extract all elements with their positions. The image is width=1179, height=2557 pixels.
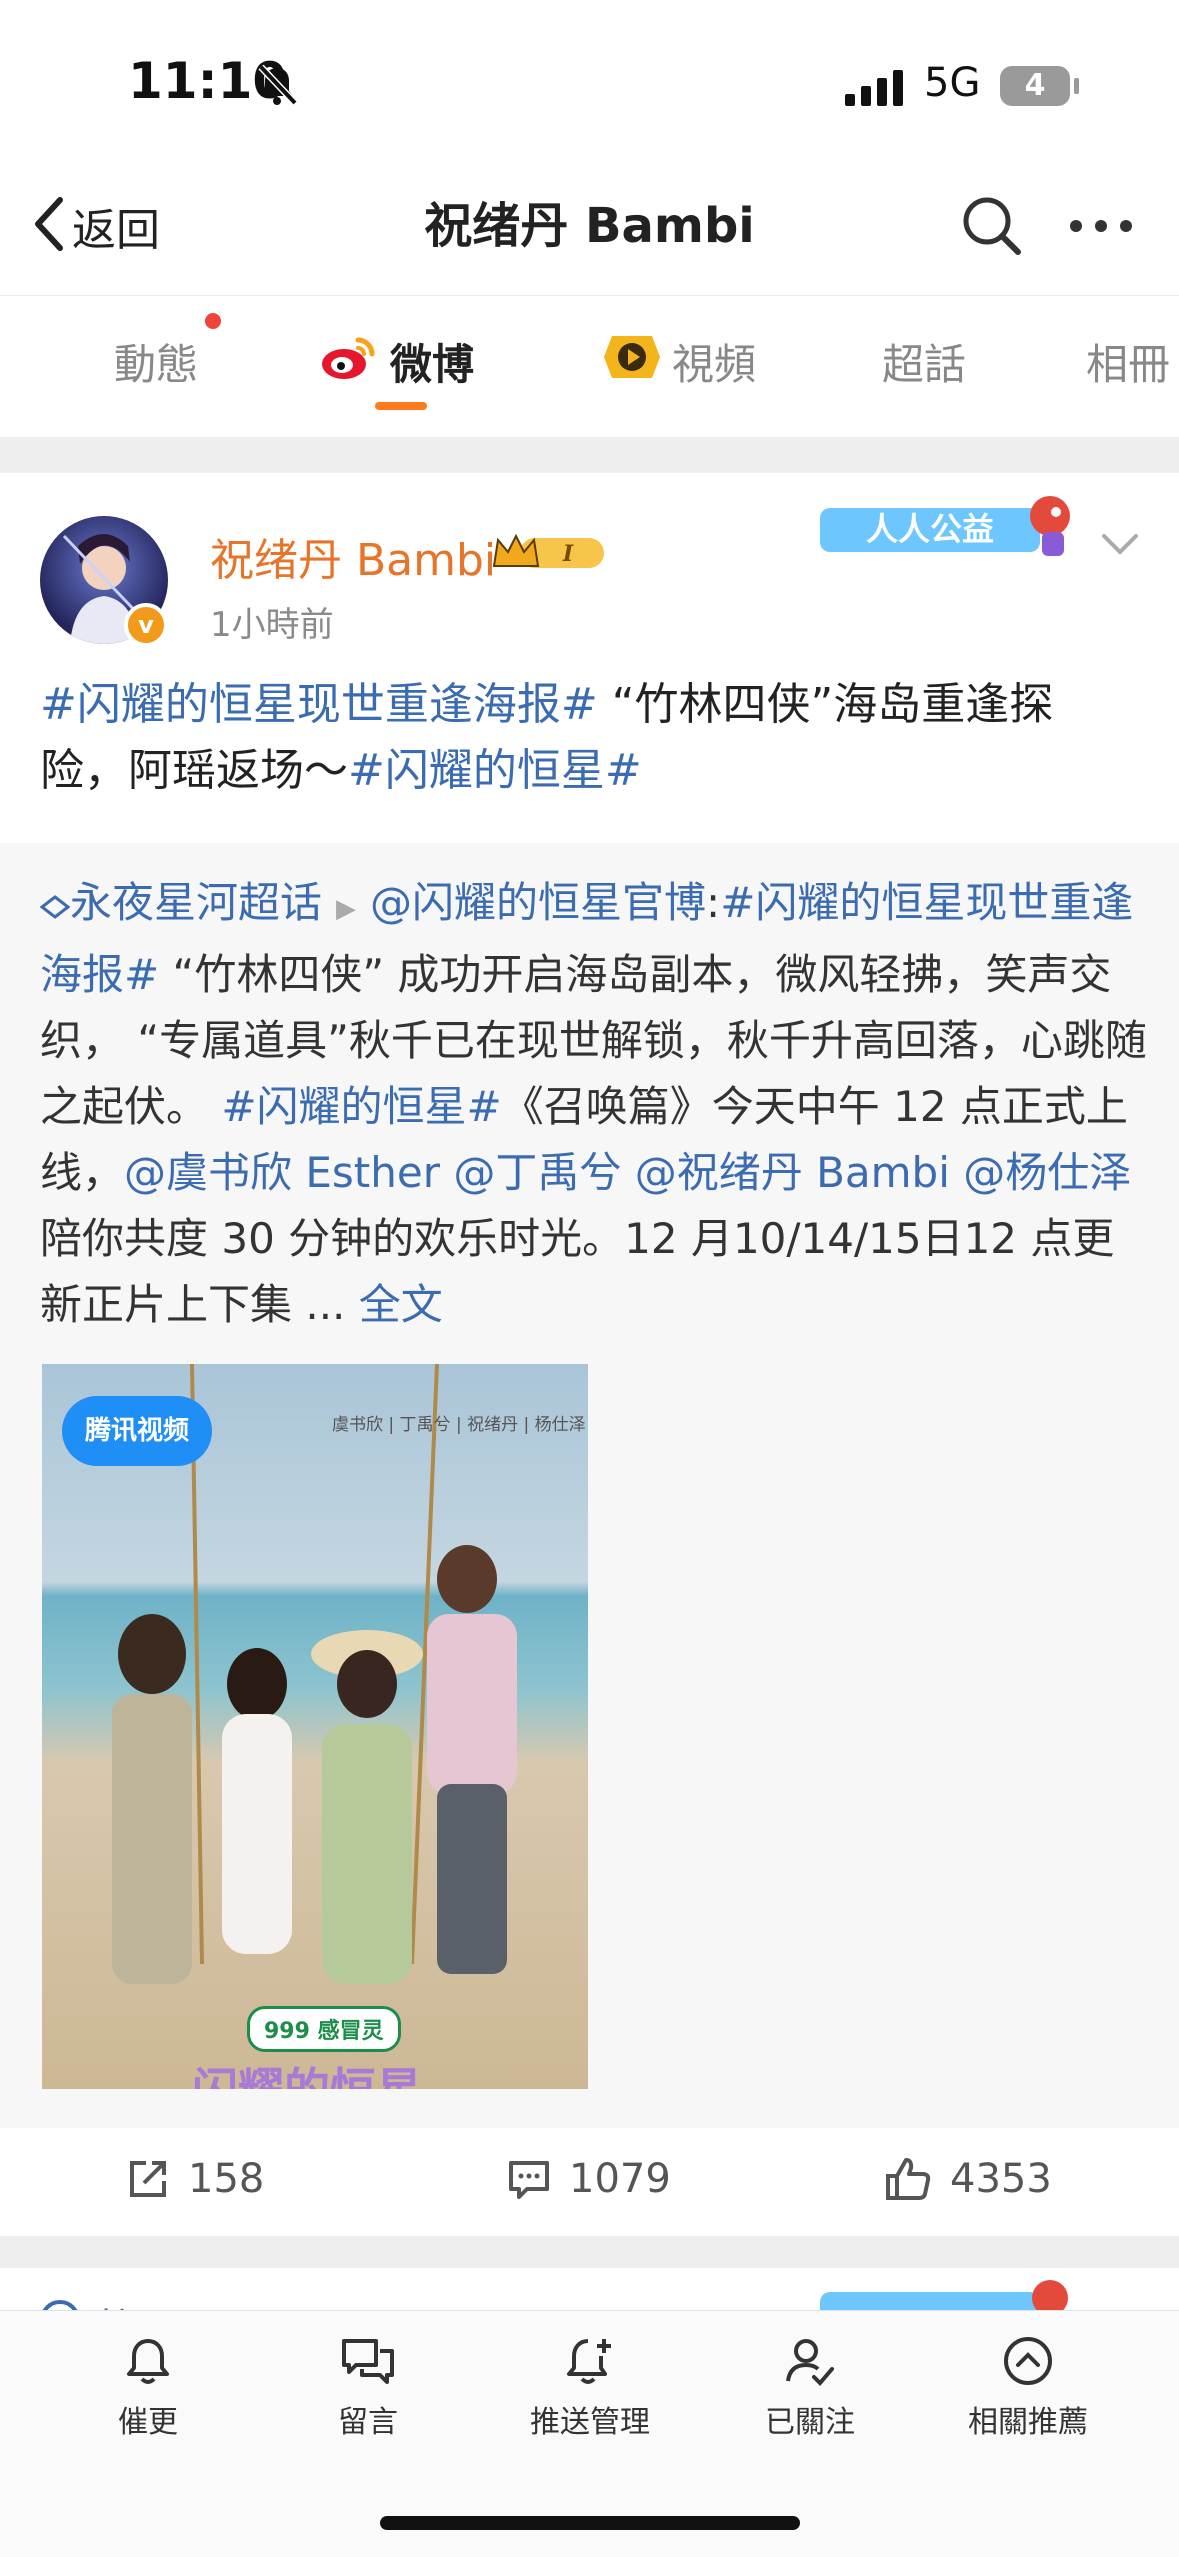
battery-indicator: 4 [1000, 66, 1070, 106]
repost-content: 永夜星河超话 ▶ @闪耀的恒星官博:#闪耀的恒星现世重逢海报# “竹林四侠” 成功开… [39, 870, 1150, 1338]
tab-supertopic[interactable]: 超話 [882, 331, 966, 392]
post-image[interactable]: 腾讯视频 虞书欣 | 丁禹兮 | 祝绪丹 | 杨仕泽 999 感冒灵 闪耀的恒星 [42, 1364, 588, 2089]
comment-button[interactable]: 1079 [507, 2156, 671, 2202]
svg-text:人人公益: 人人公益 [866, 510, 994, 548]
bell-icon [127, 2339, 169, 2384]
like-count: 4353 [950, 2156, 1052, 2202]
tab-album[interactable]: 相冊 [1086, 331, 1170, 392]
hashtag-link[interactable]: #闪耀的恒星# [348, 745, 642, 796]
section-divider [0, 2236, 1179, 2268]
mention-link[interactable]: @丁禹兮 [453, 1148, 621, 1197]
vip-crown-badge: I [490, 530, 608, 578]
remind-update-button[interactable]: 催更 [58, 2335, 238, 2441]
network-type: 5G [924, 60, 981, 106]
home-indicator [380, 2516, 800, 2530]
comment-icon [509, 2161, 549, 2199]
chevron-down-icon[interactable] [1100, 532, 1140, 560]
signal-icon [845, 70, 905, 110]
expand-full-text-link[interactable]: 全文 [359, 1280, 443, 1329]
poster-illustration [112, 1364, 517, 1984]
post-timestamp: 1小時前 [210, 605, 334, 645]
repost-button[interactable]: 158 [126, 2156, 264, 2202]
share-icon [130, 2161, 166, 2197]
chevron-up-circle-icon [1004, 2337, 1052, 2385]
verified-badge: v [124, 603, 168, 647]
supertopic-icon [39, 878, 71, 927]
poster-title: 闪耀的恒星 [192, 2054, 422, 2089]
thumbs-up-icon [886, 2158, 931, 2200]
message-button[interactable]: 留言 [278, 2335, 458, 2441]
hashtag-link[interactable]: #闪耀的恒星现世重逢海报# [40, 679, 598, 730]
repost-paragraph: 陪你共度 30 分钟的欢乐时光。12 月10/14/15日12 点更新正片上下集… [40, 1214, 1115, 1329]
poster-cast-names: 虞书欣 | 丁禹兮 | 祝绪丹 | 杨仕泽 [332, 1415, 586, 1435]
hashtag-link[interactable]: #闪耀的恒星# [221, 1082, 501, 1131]
more-icon[interactable] [1068, 218, 1134, 238]
comment-count: 1079 [569, 2156, 671, 2202]
supertopic-link[interactable]: 永夜星河超话 [70, 878, 322, 927]
profile-tabs: 動態 微博 視頻 超話 相冊 [0, 295, 1179, 438]
charity-badge[interactable]: 人人公益 [810, 484, 1090, 568]
colon-text: : [706, 878, 721, 927]
weibo-logo-icon [320, 332, 378, 392]
tab-dynamics[interactable]: 動態 [114, 331, 198, 392]
tab-video[interactable]: 視頻 [604, 331, 756, 392]
related-recommendations-button[interactable]: 相關推薦 [938, 2335, 1118, 2441]
post-action-bar: 158 1079 4353 [0, 2128, 1179, 2236]
like-button[interactable]: 4353 [884, 2156, 1052, 2202]
search-icon[interactable] [960, 194, 1024, 262]
section-divider [0, 437, 1179, 473]
post-content: #闪耀的恒星现世重逢海报# “竹林四侠”海岛重逢探险，阿瑶返场～#闪耀的恒星# [40, 672, 1140, 804]
tencent-video-logo: 腾讯视频 [62, 1396, 212, 1466]
mention-link[interactable]: @杨仕泽 [963, 1148, 1131, 1197]
push-settings-button[interactable]: 推送管理 [500, 2335, 680, 2441]
user-check-icon [786, 2339, 834, 2386]
sponsor-logo: 999 感冒灵 [247, 2006, 401, 2052]
chat-bubbles-icon [342, 2339, 394, 2384]
tab-weibo[interactable]: 微博 [320, 331, 474, 392]
video-play-icon [604, 332, 660, 392]
mention-link[interactable]: @祝绪丹 Bambi [635, 1148, 950, 1197]
bell-plus-icon [567, 2339, 611, 2384]
svg-text:I: I [562, 541, 574, 567]
repost-count: 158 [188, 2156, 265, 2202]
bell-muted-icon [255, 63, 299, 111]
author-name[interactable]: 祝绪丹 Bambi [210, 524, 496, 588]
active-tab-indicator [375, 402, 427, 410]
source-account-link[interactable]: @闪耀的恒星官博 [370, 878, 706, 927]
following-button[interactable]: 已關注 [720, 2335, 900, 2441]
battery-cap [1074, 78, 1079, 94]
play-arrow-icon: ▶ [336, 894, 357, 924]
unread-dot [205, 313, 221, 329]
mention-link[interactable]: @虞书欣 Esther [124, 1148, 440, 1197]
